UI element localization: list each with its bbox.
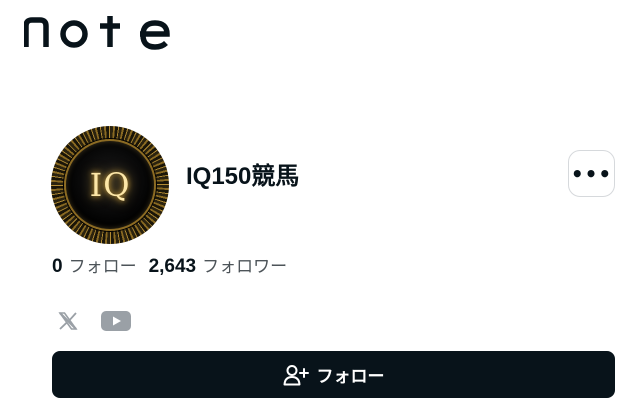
avatar-text: IQ	[89, 166, 131, 204]
avatar-emblem: IQ	[64, 139, 156, 231]
avatar[interactable]: IQ	[51, 126, 169, 244]
profile-page: IQ IQ150競馬 ••• 0 フォロー 2,643 フォロワー フォロー	[0, 0, 640, 418]
user-plus-icon	[283, 364, 309, 386]
followers-stat[interactable]: 2,643 フォロワー	[149, 252, 288, 278]
followers-count: 2,643	[148, 256, 197, 277]
more-options-button[interactable]: •••	[568, 150, 615, 197]
note-logo[interactable]	[24, 14, 174, 50]
following-stat[interactable]: 0 フォロー	[52, 252, 137, 278]
profile-name: IQ150競馬	[186, 163, 300, 190]
more-icon: •••	[570, 161, 613, 186]
following-count: 0	[52, 256, 63, 277]
x-icon[interactable]	[56, 309, 80, 333]
youtube-icon[interactable]	[100, 309, 132, 333]
followers-label: フォロワー	[202, 257, 288, 276]
following-label: フォロー	[68, 257, 137, 276]
follow-stats: 0 フォロー 2,643 フォロワー	[52, 252, 287, 278]
follow-button[interactable]: フォロー	[52, 351, 615, 398]
follow-button-label: フォロー	[316, 367, 385, 386]
